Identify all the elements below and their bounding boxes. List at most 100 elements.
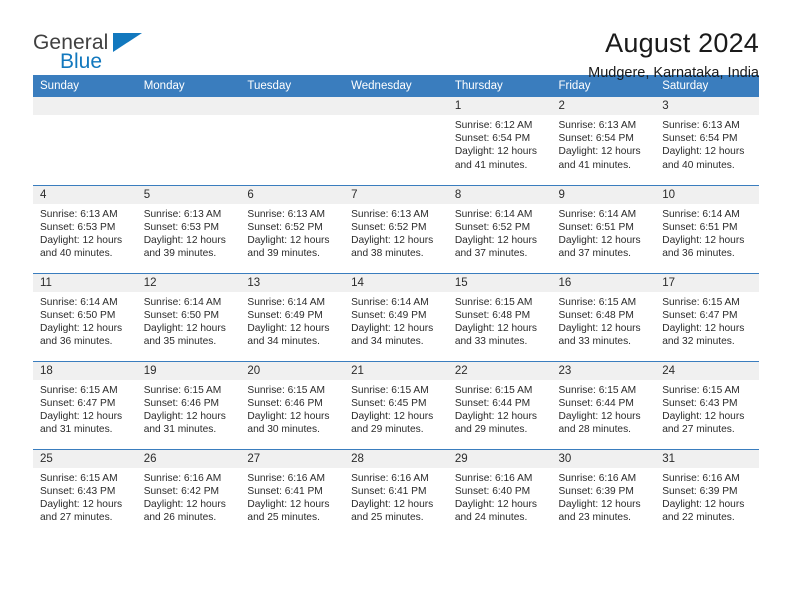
- sunrise-text: Sunrise: 6:15 AM: [558, 384, 637, 396]
- day-number: 7: [344, 185, 448, 204]
- calendar-day-cell[interactable]: 31 Sunrise: 6:16 AM Sunset: 6:39 PM Dayligh…: [655, 448, 759, 537]
- calendar-day-cell[interactable]: 10 Sunrise: 6:14 AM Sunset: 6:51 PM Dayligh…: [655, 184, 759, 273]
- calendar-day-cell[interactable]: 7 Sunrise: 6:13 AM Sunset: 6:52 PM Daylight…: [344, 184, 448, 273]
- sunset-text: Sunset: 6:51 PM: [558, 221, 634, 233]
- sunset-text: Sunset: 6:39 PM: [558, 485, 634, 497]
- day-details: Sunrise: 6:16 AM Sunset: 6:42 PM Daylight:…: [137, 468, 241, 525]
- calendar-week-row: 25 Sunrise: 6:15 AM Sunset: 6:43 PM Dayligh…: [33, 448, 759, 537]
- calendar-day-cell[interactable]: 28 Sunrise: 6:16 AM Sunset: 6:41 PM Dayligh…: [344, 448, 448, 537]
- day-number: 9: [551, 185, 656, 204]
- day-number: 21: [344, 361, 448, 380]
- calendar-day-cell[interactable]: 25 Sunrise: 6:15 AM Sunset: 6:43 PM Dayligh…: [33, 448, 137, 537]
- daylight-text: Daylight: 12 hours: [247, 498, 330, 510]
- calendar-day-cell[interactable]: 17 Sunrise: 6:15 AM Sunset: 6:47 PM Dayligh…: [655, 272, 759, 361]
- sunset-text: Sunset: 6:54 PM: [558, 133, 634, 145]
- day-details: Sunrise: 6:14 AM Sunset: 6:51 PM Daylight:…: [655, 204, 759, 261]
- calendar-day-cell[interactable]: 6 Sunrise: 6:13 AM Sunset: 6:52 PM Daylight…: [240, 184, 345, 273]
- sunrise-text: Sunrise: 6:13 AM: [143, 208, 222, 220]
- calendar-day-cell[interactable]: 12 Sunrise: 6:14 AM Sunset: 6:50 PM Dayligh…: [136, 272, 241, 361]
- calendar-day-cell[interactable]: 18 Sunrise: 6:15 AM Sunset: 6:47 PM Dayligh…: [33, 360, 137, 449]
- sunrise-text: Sunrise: 6:14 AM: [143, 296, 222, 308]
- sunrise-text: Sunrise: 6:13 AM: [40, 208, 118, 220]
- day-details: Sunrise: 6:14 AM Sunset: 6:50 PM Daylight:…: [33, 292, 137, 349]
- calendar-day-cell[interactable]: 13 Sunrise: 6:14 AM Sunset: 6:49 PM Dayligh…: [240, 272, 345, 361]
- calendar-day-cell[interactable]: 8 Sunrise: 6:14 AM Sunset: 6:52 PM Daylight…: [447, 184, 552, 273]
- sunset-text: Sunset: 6:51 PM: [662, 221, 738, 233]
- daylight-text: Daylight: 12 hours: [454, 234, 537, 246]
- calendar-day-cell[interactable]: 2 Sunrise: 6:13 AM Sunset: 6:54 PM Daylight…: [551, 97, 656, 185]
- day-details: Sunrise: 6:14 AM Sunset: 6:50 PM Daylight:…: [137, 292, 241, 349]
- page-title: August 2024: [605, 28, 759, 58]
- sunrise-text: Sunrise: 6:14 AM: [40, 296, 118, 308]
- day-number: 26: [136, 449, 241, 468]
- calendar-day-cell[interactable]: 22 Sunrise: 6:15 AM Sunset: 6:44 PM Dayligh…: [447, 360, 552, 449]
- day-number: [344, 97, 448, 115]
- calendar-day-cell[interactable]: 27 Sunrise: 6:16 AM Sunset: 6:41 PM Dayligh…: [240, 448, 345, 537]
- daylight-text: and 37 minutes.: [454, 248, 528, 260]
- daylight-text: and 39 minutes.: [143, 248, 217, 260]
- calendar-day-cell[interactable]: 24 Sunrise: 6:15 AM Sunset: 6:43 PM Dayligh…: [655, 360, 759, 449]
- calendar-day-cell[interactable]: 3 Sunrise: 6:13 AM Sunset: 6:54 PM Daylight…: [655, 97, 759, 185]
- calendar-day-cell[interactable]: 11 Sunrise: 6:14 AM Sunset: 6:50 PM Dayligh…: [33, 272, 137, 361]
- sunrise-text: Sunrise: 6:16 AM: [558, 472, 637, 484]
- daylight-text: and 29 minutes.: [351, 424, 424, 436]
- day-number: 10: [655, 185, 759, 204]
- daylight-text: and 26 minutes.: [143, 512, 217, 524]
- weekday-header-tuesday: Tuesday: [240, 75, 345, 97]
- day-details: Sunrise: 6:12 AM Sunset: 6:54 PM Daylight:…: [448, 115, 552, 172]
- daylight-text: Daylight: 12 hours: [40, 498, 123, 510]
- calendar-day-cell[interactable]: 26 Sunrise: 6:16 AM Sunset: 6:42 PM Dayligh…: [136, 448, 241, 537]
- sunset-text: Sunset: 6:46 PM: [143, 397, 220, 409]
- calendar-day-cell[interactable]: 23 Sunrise: 6:15 AM Sunset: 6:44 PM Dayligh…: [551, 360, 656, 449]
- sunset-text: Sunset: 6:42 PM: [143, 485, 220, 497]
- sunrise-text: Sunrise: 6:15 AM: [351, 384, 429, 396]
- calendar-week-row: 18 Sunrise: 6:15 AM Sunset: 6:47 PM Dayligh…: [33, 360, 759, 449]
- daylight-text: Daylight: 12 hours: [454, 498, 537, 510]
- daylight-text: Daylight: 12 hours: [558, 322, 641, 334]
- sunrise-text: Sunrise: 6:16 AM: [247, 472, 325, 484]
- daylight-text: Daylight: 12 hours: [351, 498, 434, 510]
- calendar-day-cell[interactable]: 15 Sunrise: 6:15 AM Sunset: 6:48 PM Dayligh…: [447, 272, 552, 361]
- day-details: Sunrise: 6:13 AM Sunset: 6:52 PM Daylight:…: [344, 204, 448, 261]
- sunset-text: Sunset: 6:41 PM: [351, 485, 427, 497]
- daylight-text: and 32 minutes.: [662, 336, 735, 348]
- calendar-day-cell-empty: [33, 97, 137, 185]
- calendar-day-cell[interactable]: 14 Sunrise: 6:14 AM Sunset: 6:49 PM Dayligh…: [344, 272, 448, 361]
- daylight-text: Daylight: 12 hours: [143, 234, 226, 246]
- sunrise-text: Sunrise: 6:14 AM: [351, 296, 429, 308]
- sunset-text: Sunset: 6:53 PM: [40, 221, 116, 233]
- sunrise-sunset-calendar: Sunday Monday Tuesday Wednesday Thursday…: [33, 75, 759, 537]
- calendar-day-cell[interactable]: 4 Sunrise: 6:13 AM Sunset: 6:53 PM Daylight…: [33, 184, 137, 273]
- daylight-text: Daylight: 12 hours: [40, 234, 123, 246]
- daylight-text: and 35 minutes.: [143, 336, 217, 348]
- calendar-day-cell[interactable]: 1 Sunrise: 6:12 AM Sunset: 6:54 PM Daylight…: [447, 97, 552, 185]
- sunset-text: Sunset: 6:53 PM: [143, 221, 220, 233]
- calendar-day-cell[interactable]: 9 Sunrise: 6:14 AM Sunset: 6:51 PM Daylight…: [551, 184, 656, 273]
- calendar-day-cell[interactable]: 29 Sunrise: 6:16 AM Sunset: 6:40 PM Dayligh…: [447, 448, 552, 537]
- daylight-text: Daylight: 12 hours: [558, 234, 641, 246]
- daylight-text: and 25 minutes.: [351, 512, 424, 524]
- sunrise-text: Sunrise: 6:15 AM: [40, 472, 118, 484]
- general-blue-logo[interactable]: General Blue: [33, 28, 153, 78]
- calendar-day-cell[interactable]: 5 Sunrise: 6:13 AM Sunset: 6:53 PM Daylight…: [136, 184, 241, 273]
- calendar-day-cell-empty: [240, 97, 345, 185]
- calendar-day-cell[interactable]: 30 Sunrise: 6:16 AM Sunset: 6:39 PM Dayligh…: [551, 448, 656, 537]
- daylight-text: Daylight: 12 hours: [143, 498, 226, 510]
- title-block: August 2024 Mudgere, Karnataka, India: [588, 28, 759, 82]
- sunrise-text: Sunrise: 6:13 AM: [247, 208, 325, 220]
- sunrise-text: Sunrise: 6:16 AM: [351, 472, 429, 484]
- calendar-day-cell[interactable]: 21 Sunrise: 6:15 AM Sunset: 6:45 PM Dayligh…: [344, 360, 448, 449]
- day-details: Sunrise: 6:15 AM Sunset: 6:44 PM Daylight:…: [552, 380, 656, 437]
- calendar-day-cell[interactable]: 16 Sunrise: 6:15 AM Sunset: 6:48 PM Dayligh…: [551, 272, 656, 361]
- day-number: 30: [551, 449, 656, 468]
- calendar-day-cell[interactable]: 20 Sunrise: 6:15 AM Sunset: 6:46 PM Dayligh…: [240, 360, 345, 449]
- sunrise-text: Sunrise: 6:15 AM: [247, 384, 325, 396]
- daylight-text: and 40 minutes.: [40, 248, 113, 260]
- day-number: 5: [136, 185, 241, 204]
- calendar-day-cell[interactable]: 19 Sunrise: 6:15 AM Sunset: 6:46 PM Dayligh…: [136, 360, 241, 449]
- triangle-logo-icon: [113, 33, 142, 52]
- daylight-text: and 29 minutes.: [454, 424, 528, 436]
- daylight-text: Daylight: 12 hours: [143, 322, 226, 334]
- calendar-day-cell-empty: [136, 97, 241, 185]
- daylight-text: and 22 minutes.: [662, 512, 735, 524]
